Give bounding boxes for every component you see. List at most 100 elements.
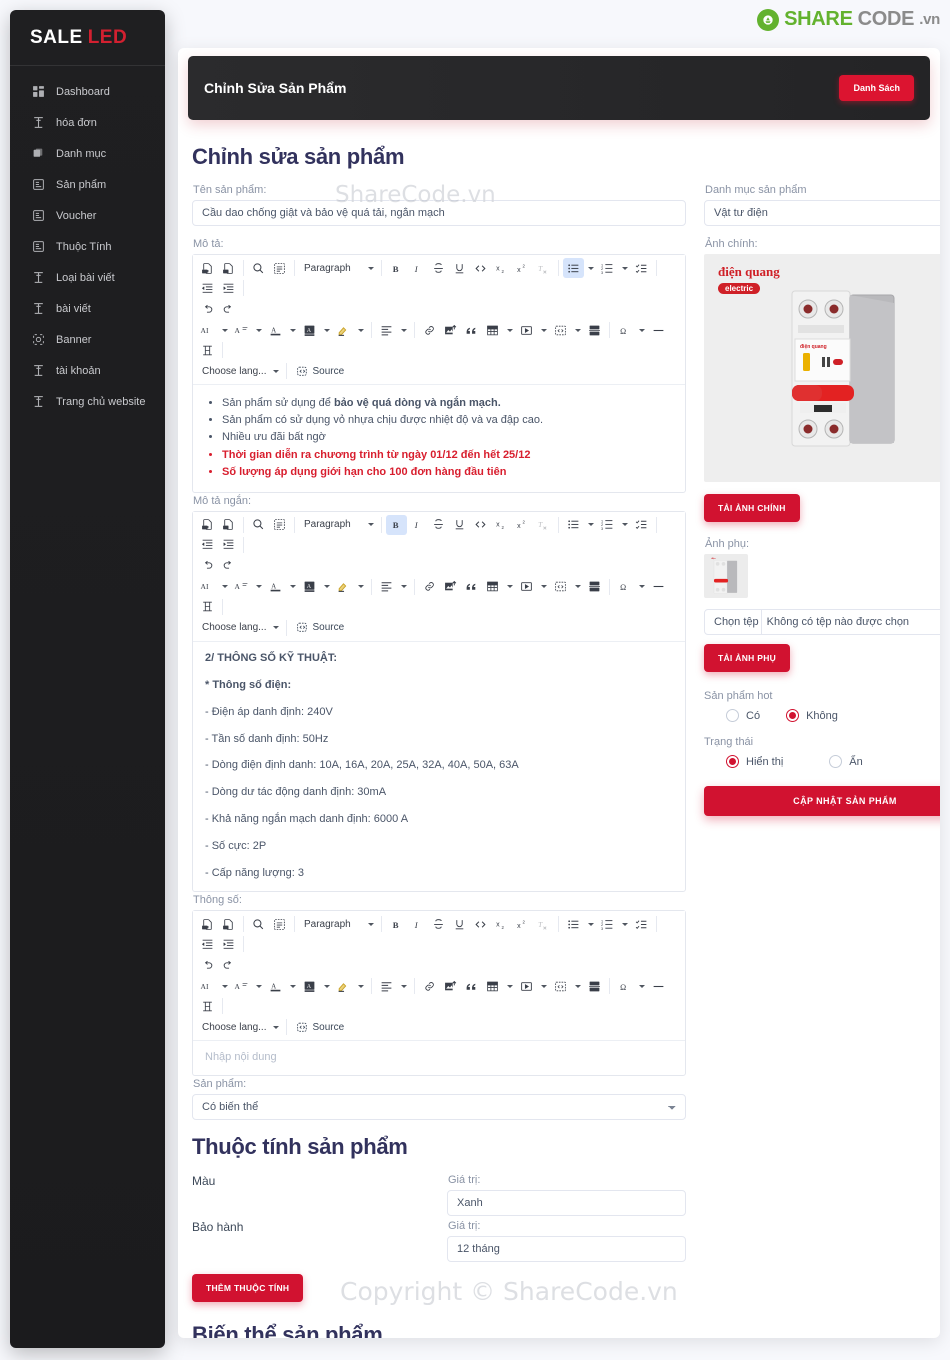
alignment-caret[interactable] [397, 976, 410, 996]
font-background-button[interactable]: A [299, 320, 320, 340]
font-family-button[interactable]: AI [197, 320, 218, 340]
highlight-caret[interactable] [354, 976, 367, 996]
specs-editor[interactable]: PDF W Paragraph B Ix 2 x 2 T 1 2 3 AI A A A Ω Choose la… [192, 910, 686, 1077]
alignment-caret[interactable] [397, 577, 410, 597]
bulleted-list-button[interactable] [563, 515, 584, 535]
font-family-button[interactable]: AI [197, 976, 218, 996]
block-quote-button[interactable] [461, 320, 482, 340]
font-size-caret[interactable] [252, 577, 265, 597]
export-word-button[interactable]: W [218, 258, 239, 278]
alignment-caret[interactable] [397, 320, 410, 340]
horizontal-line-button[interactable] [648, 976, 669, 996]
font-color-caret[interactable] [286, 320, 299, 340]
numbered-list-button[interactable]: 123 [597, 914, 618, 934]
description-editor[interactable]: PDF W Paragraph B Ix 2 x 2 T 1 2 3 AI A A A Ω Choose la… [192, 254, 686, 493]
superscript-button[interactable]: x2 [512, 515, 533, 535]
bulleted-list-caret[interactable] [584, 914, 597, 934]
redo-button[interactable] [218, 299, 239, 319]
media-embed-button[interactable] [516, 577, 537, 597]
language-select[interactable]: Choose lang... [197, 1017, 282, 1037]
media-embed-caret[interactable] [537, 577, 550, 597]
page-break-button[interactable] [584, 320, 605, 340]
undo-button[interactable] [197, 299, 218, 319]
page-break-button[interactable] [584, 976, 605, 996]
html-embed-button[interactable] [550, 320, 571, 340]
upload-sub-image-button[interactable]: TẢI ẢNH PHỤ [704, 644, 791, 672]
subscript-button[interactable]: x2 [491, 258, 512, 278]
highlight-button[interactable] [333, 577, 354, 597]
insert-table-caret[interactable] [503, 976, 516, 996]
radio-hot-yes[interactable] [726, 709, 739, 722]
insert-table-button[interactable] [482, 320, 503, 340]
undo-button[interactable] [197, 556, 218, 576]
font-background-button[interactable]: A [299, 976, 320, 996]
bulleted-list-button[interactable] [563, 258, 584, 278]
redo-button[interactable] [218, 955, 239, 975]
link-button[interactable] [419, 320, 440, 340]
specs-editor-body[interactable]: Nhập nội dung [193, 1041, 685, 1075]
sidebar-item-3[interactable]: Sản phẩm [10, 169, 165, 200]
sidebar-item-0[interactable]: Dashboard [10, 76, 165, 107]
short-description-editor[interactable]: PDF W Paragraph B Ix 2 x 2 T 1 2 3 AI A A A Ω Choose la… [192, 510, 686, 893]
media-embed-caret[interactable] [537, 320, 550, 340]
source-button[interactable]: Source [291, 1017, 350, 1037]
numbered-list-button[interactable]: 123 [597, 515, 618, 535]
numbered-list-button[interactable]: 123 [597, 258, 618, 278]
paragraph-style-select[interactable]: Paragraph [299, 914, 377, 934]
bulleted-list-caret[interactable] [584, 515, 597, 535]
strikethrough-button[interactable] [428, 515, 449, 535]
font-background-caret[interactable] [320, 577, 333, 597]
font-family-caret[interactable] [218, 577, 231, 597]
font-color-caret[interactable] [286, 577, 299, 597]
superscript-button[interactable]: x2 [512, 914, 533, 934]
file-choose-button[interactable]: Chọn tệp [705, 610, 762, 634]
bold-button[interactable]: B [386, 258, 407, 278]
sidebar-item-6[interactable]: Loại bài viết [10, 262, 165, 293]
link-button[interactable] [419, 976, 440, 996]
select-all-button[interactable] [269, 258, 290, 278]
indent-button[interactable] [218, 934, 239, 954]
sub-image-thumbnail[interactable]: điện [704, 554, 748, 598]
source-button[interactable]: Source [291, 618, 350, 638]
font-family-caret[interactable] [218, 320, 231, 340]
sidebar-item-8[interactable]: Banner [10, 324, 165, 355]
horizontal-line-button[interactable] [648, 320, 669, 340]
show-blocks-button[interactable] [197, 340, 218, 360]
select-all-button[interactable] [269, 914, 290, 934]
highlight-button[interactable] [333, 976, 354, 996]
font-family-caret[interactable] [218, 976, 231, 996]
font-size-button[interactable]: A [231, 577, 252, 597]
subscript-button[interactable]: x2 [491, 515, 512, 535]
upload-main-image-button[interactable]: TẢI ẢNH CHÍNH [704, 494, 800, 522]
outdent-button[interactable] [197, 535, 218, 555]
sidebar-item-4[interactable]: Voucher [10, 200, 165, 231]
special-characters-button[interactable]: Ω [614, 577, 635, 597]
status-show-option[interactable]: Hiển thị [704, 755, 783, 768]
attribute-value-input-1[interactable] [447, 1236, 686, 1263]
description-editor-body[interactable]: Sản phẩm sử dụng để bảo vệ quá dòng và n… [193, 385, 685, 492]
special-characters-caret[interactable] [635, 320, 648, 340]
font-background-caret[interactable] [320, 976, 333, 996]
add-attribute-button[interactable]: THÊM THUỘC TÍNH [192, 1274, 304, 1303]
bulleted-list-caret[interactable] [584, 258, 597, 278]
radio-hot-no[interactable] [786, 709, 800, 722]
attribute-value-input-0[interactable] [447, 1190, 686, 1217]
alignment-button[interactable] [376, 976, 397, 996]
danh-sach-button[interactable]: Danh Sách [839, 75, 914, 101]
todo-list-button[interactable] [631, 258, 652, 278]
redo-button[interactable] [218, 556, 239, 576]
insert-image-button[interactable] [440, 320, 461, 340]
todo-list-button[interactable] [631, 515, 652, 535]
update-product-button[interactable]: CẬP NHẬT SẢN PHẨM [704, 786, 940, 816]
hot-product-no-option[interactable]: Không [770, 709, 838, 722]
sidebar-item-7[interactable]: bài viết [10, 293, 165, 324]
show-blocks-button[interactable] [197, 597, 218, 617]
alignment-button[interactable] [376, 320, 397, 340]
product-type-select[interactable]: Có biến thể [192, 1094, 686, 1121]
sidebar-item-9[interactable]: tài khoản [10, 355, 165, 386]
undo-button[interactable] [197, 955, 218, 975]
special-characters-caret[interactable] [635, 976, 648, 996]
font-size-button[interactable]: A [231, 320, 252, 340]
brand-logo[interactable]: SALE LED [10, 10, 165, 66]
insert-table-caret[interactable] [503, 577, 516, 597]
